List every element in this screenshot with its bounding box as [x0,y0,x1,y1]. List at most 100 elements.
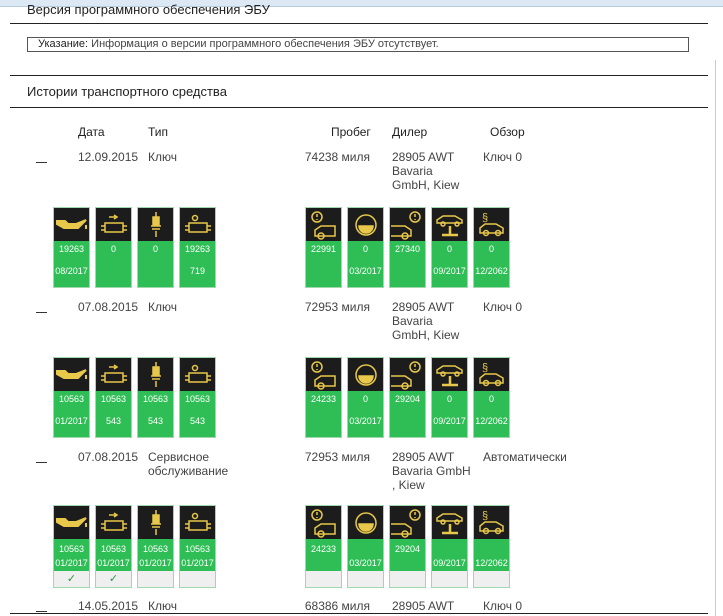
air-filter-icon [96,506,131,539]
service-tile[interactable]: 10563 543 [179,357,216,438]
entry-mileage: 68386 миля [304,599,370,613]
service-tile[interactable]: 0 09/2017 [431,207,468,288]
tile-date: 03/2017 [349,266,382,276]
tile-date [390,414,425,437]
entry-type: Ключ [148,150,177,164]
engine-oil-icon [54,208,89,241]
service-tile[interactable]: 0 09/2017 [431,357,468,438]
tile-date: 03/2017 [349,558,382,568]
tile-value [432,542,467,556]
engine-oil-icon [54,506,89,539]
entry-overview: Автоматически [483,450,567,464]
tile-date: 543 [147,416,164,426]
entry-dealer: 28905 AWT [392,599,455,613]
air-filter-icon [96,208,131,241]
engine-oil-icon [54,358,89,391]
brake-fluid-icon [348,208,383,241]
scroll-edge [715,60,716,616]
tile-date: 12/2062 [475,266,508,276]
tile-date: 01/2017 [55,558,88,568]
service-tile[interactable]: 29204 [389,357,426,438]
tile-value: 29204 [394,544,421,554]
service-tile[interactable]: 10563 01/2017 [53,357,90,438]
service-tile[interactable]: 19263 08/2017 [53,207,90,288]
service-tile[interactable]: 10563 01/2017 [137,505,174,588]
history-title: Истории транспортного средства [27,84,227,99]
service-tile[interactable]: 0 [95,207,132,288]
service-tile[interactable]: 0 03/2017 [347,357,384,438]
brake-fluid-icon [348,506,383,539]
tile-date: 01/2017 [97,558,130,568]
statutory-inspection-icon: § [474,358,509,391]
vehicle-check-icon [432,506,467,539]
service-tile[interactable]: 22991 [305,207,342,288]
check-mark-icon: ✓ [54,571,89,587]
service-tile[interactable]: 27340 [389,207,426,288]
vehicle-check-icon [432,358,467,391]
microfilter-icon [180,208,215,241]
tile-value [474,542,509,556]
service-tile[interactable]: 19263 719 [179,207,216,288]
entry-type: Сервисное обслуживание [148,450,229,478]
col-mileage: Пробег [331,125,371,139]
tile-value: 10563 [100,394,127,404]
check-mark-icon [138,571,173,587]
check-mark-icon [390,571,425,587]
tile-date: 09/2017 [433,266,466,276]
tile-value: 10563 [184,544,211,554]
collapse-toggle[interactable] [36,611,47,612]
service-tile[interactable]: 29204 [389,505,426,588]
col-date: Дата [78,125,105,139]
entry-mileage: 72953 миля [304,450,370,464]
spark-plug-icon [138,358,173,391]
service-tile[interactable]: 10563 01/2017 [179,505,216,588]
entry-date: 14.05.2015 [78,599,139,613]
check-mark-icon [348,571,383,587]
service-tile[interactable]: 10563 543 [95,357,132,438]
tile-date [306,264,341,287]
service-tile[interactable]: 24233 [305,357,342,438]
collapse-toggle[interactable] [36,462,47,463]
tile-date: 719 [189,266,206,276]
tile-value: 10563 [184,394,211,404]
service-tile[interactable]: 03/2017 [347,505,384,588]
entry-dealer: 28905 AWT Bavaria GmbH , Kiew [392,450,471,492]
tile-date [390,264,425,287]
tile-date: 543 [189,416,206,426]
entry-date: 12.09.2015 [78,150,139,164]
service-tile[interactable]: 10563 01/2017 ✓ [95,505,132,588]
entry-dealer: 28905 AWT Bavaria GmbH, Kiew [392,150,460,192]
tile-value: 24233 [310,544,337,554]
service-tile[interactable]: 24233 [305,505,342,588]
collapse-toggle[interactable] [36,162,47,163]
tile-value: 10563 [100,544,127,554]
service-tile[interactable]: 0 03/2017 [347,207,384,288]
divider [10,107,708,108]
service-tile[interactable]: 0 [137,207,174,288]
tile-date [306,414,341,437]
tile-date [306,556,341,570]
service-tile[interactable]: § 0 12/2062 [473,357,510,438]
entry-dealer: 28905 AWT Bavaria GmbH, Kiew [392,300,460,342]
check-mark-icon: ✓ [96,571,131,587]
microfilter-icon [180,358,215,391]
entry-mileage: 74238 миля [304,150,370,164]
tile-value: 22991 [310,244,337,254]
rear-brakes-icon [390,358,425,391]
entry-overview: Ключ 0 [483,150,522,164]
note-label: Указание: [38,38,89,50]
service-tile[interactable]: 10563 01/2017 ✓ [53,505,90,588]
rear-brakes-icon [390,506,425,539]
tile-date [138,264,173,287]
entry-type: Ключ [148,300,177,314]
vehicle-check-icon [432,208,467,241]
tile-value: 19263 [58,244,85,254]
service-tile[interactable]: 09/2017 [431,505,468,588]
svg-text:§: § [482,510,488,522]
service-tile[interactable]: § 12/2062 [473,505,510,588]
rear-brakes-icon [390,208,425,241]
service-tile[interactable]: 10563 543 [137,357,174,438]
service-tile[interactable]: § 0 12/2062 [473,207,510,288]
tile-value: 24233 [310,394,337,404]
collapse-toggle[interactable] [36,312,47,313]
